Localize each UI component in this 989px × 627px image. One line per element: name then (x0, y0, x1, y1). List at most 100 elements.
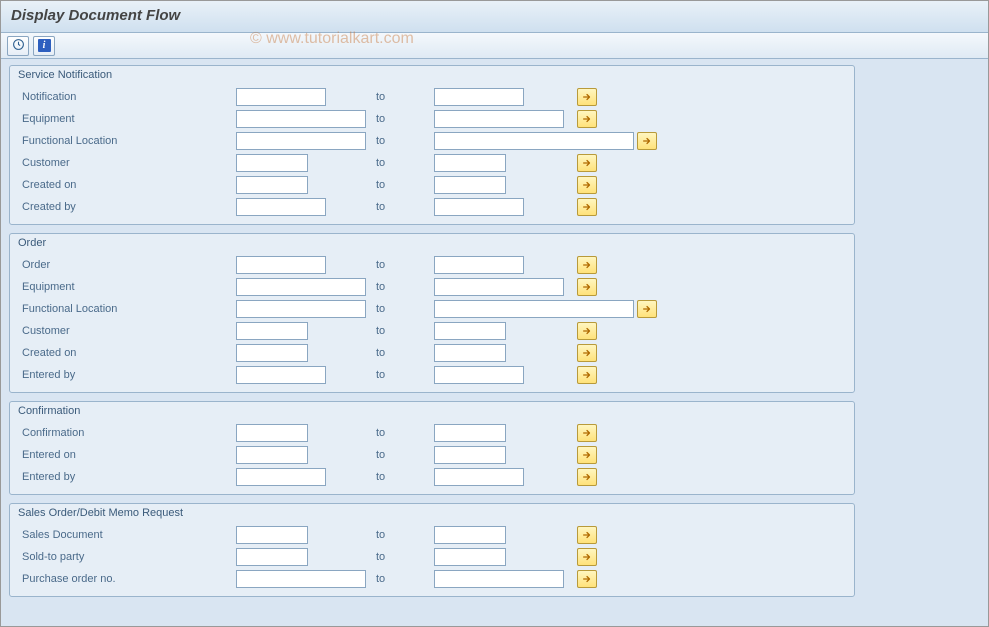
to-input[interactable] (434, 278, 564, 296)
field-label: Sales Document (16, 529, 236, 541)
selection-row: Notification to (16, 86, 848, 108)
from-input[interactable] (236, 526, 308, 544)
group-body: Notification to Equipment to Functional Loca… (10, 84, 854, 224)
to-input[interactable] (434, 322, 506, 340)
arrow-right-icon (582, 530, 592, 540)
from-input[interactable] (236, 176, 308, 194)
from-input[interactable] (236, 570, 366, 588)
from-input[interactable] (236, 278, 366, 296)
to-label: to (376, 113, 434, 125)
to-input[interactable] (434, 570, 564, 588)
multiple-selection-button[interactable] (577, 278, 597, 296)
arrow-right-icon (582, 428, 592, 438)
multiple-selection-button[interactable] (577, 366, 597, 384)
field-label: Equipment (16, 113, 236, 125)
to-input[interactable] (434, 176, 506, 194)
to-label: to (376, 325, 434, 337)
to-input[interactable] (434, 300, 634, 318)
field-label: Equipment (16, 281, 236, 293)
from-input[interactable] (236, 446, 308, 464)
to-input[interactable] (434, 468, 524, 486)
to-label: to (376, 347, 434, 359)
arrow-right-icon (582, 180, 592, 190)
multiple-selection-button[interactable] (637, 132, 657, 150)
to-label: to (376, 471, 434, 483)
selection-row: Equipment to (16, 108, 848, 130)
selection-row: Functional Locationto (16, 130, 848, 152)
clock-icon (12, 38, 25, 54)
selection-row: Customer to (16, 320, 848, 342)
to-label: to (376, 369, 434, 381)
field-label: Created on (16, 347, 236, 359)
multiple-selection-button[interactable] (577, 256, 597, 274)
from-input[interactable] (236, 88, 326, 106)
info-button[interactable]: i (33, 36, 55, 56)
field-label: Functional Location (16, 135, 236, 147)
arrow-right-icon (582, 472, 592, 482)
field-label: Notification (16, 91, 236, 103)
to-input[interactable] (434, 548, 506, 566)
to-label: to (376, 91, 434, 103)
to-input[interactable] (434, 526, 506, 544)
multiple-selection-button[interactable] (577, 446, 597, 464)
from-input[interactable] (236, 300, 366, 318)
multiple-selection-button[interactable] (577, 110, 597, 128)
multiple-selection-button[interactable] (577, 570, 597, 588)
multiple-selection-button[interactable] (577, 468, 597, 486)
to-input[interactable] (434, 256, 524, 274)
multiple-selection-button[interactable] (577, 154, 597, 172)
group-order: Order Orderto Equipment to Functional Locati… (9, 233, 855, 393)
from-input[interactable] (236, 322, 308, 340)
to-label: to (376, 157, 434, 169)
to-input[interactable] (434, 424, 506, 442)
to-label: to (376, 449, 434, 461)
selection-row: Sales Documentto (16, 524, 848, 546)
field-label: Functional Location (16, 303, 236, 315)
from-input[interactable] (236, 198, 326, 216)
from-input[interactable] (236, 468, 326, 486)
to-input[interactable] (434, 88, 524, 106)
selection-row: Orderto (16, 254, 848, 276)
from-input[interactable] (236, 154, 308, 172)
to-label: to (376, 179, 434, 191)
to-input[interactable] (434, 154, 506, 172)
group-title: Sales Order/Debit Memo Request (10, 504, 854, 522)
multiple-selection-button[interactable] (577, 176, 597, 194)
multiple-selection-button[interactable] (577, 198, 597, 216)
from-input[interactable] (236, 132, 366, 150)
field-label: Customer (16, 157, 236, 169)
from-input[interactable] (236, 256, 326, 274)
from-input[interactable] (236, 110, 366, 128)
multiple-selection-button[interactable] (577, 424, 597, 442)
multiple-selection-button[interactable] (637, 300, 657, 318)
multiple-selection-button[interactable] (577, 322, 597, 340)
field-label: Confirmation (16, 427, 236, 439)
from-input[interactable] (236, 548, 308, 566)
to-input[interactable] (434, 198, 524, 216)
to-input[interactable] (434, 446, 506, 464)
multiple-selection-button[interactable] (577, 548, 597, 566)
from-input[interactable] (236, 366, 326, 384)
to-input[interactable] (434, 344, 506, 362)
field-label: Customer (16, 325, 236, 337)
selection-row: Created on to (16, 342, 848, 364)
selection-row: Entered byto (16, 466, 848, 488)
multiple-selection-button[interactable] (577, 88, 597, 106)
group-body: OrdertoEquipmenttoFunctional LocationtoC… (10, 252, 854, 392)
to-input[interactable] (434, 366, 524, 384)
group-confirmation: ConfirmationConfirmationtoEntered ontoEn… (9, 401, 855, 495)
from-input[interactable] (236, 344, 308, 362)
to-label: to (376, 573, 434, 585)
field-label: Sold-to party (16, 551, 236, 563)
execute-button[interactable] (7, 36, 29, 56)
selection-row: Entered byto (16, 364, 848, 386)
to-input[interactable] (434, 132, 634, 150)
arrow-right-icon (582, 348, 592, 358)
arrow-right-icon (582, 370, 592, 380)
arrow-right-icon (582, 260, 592, 270)
from-input[interactable] (236, 424, 308, 442)
to-input[interactable] (434, 110, 564, 128)
multiple-selection-button[interactable] (577, 344, 597, 362)
group-title: Order (10, 234, 854, 252)
multiple-selection-button[interactable] (577, 526, 597, 544)
